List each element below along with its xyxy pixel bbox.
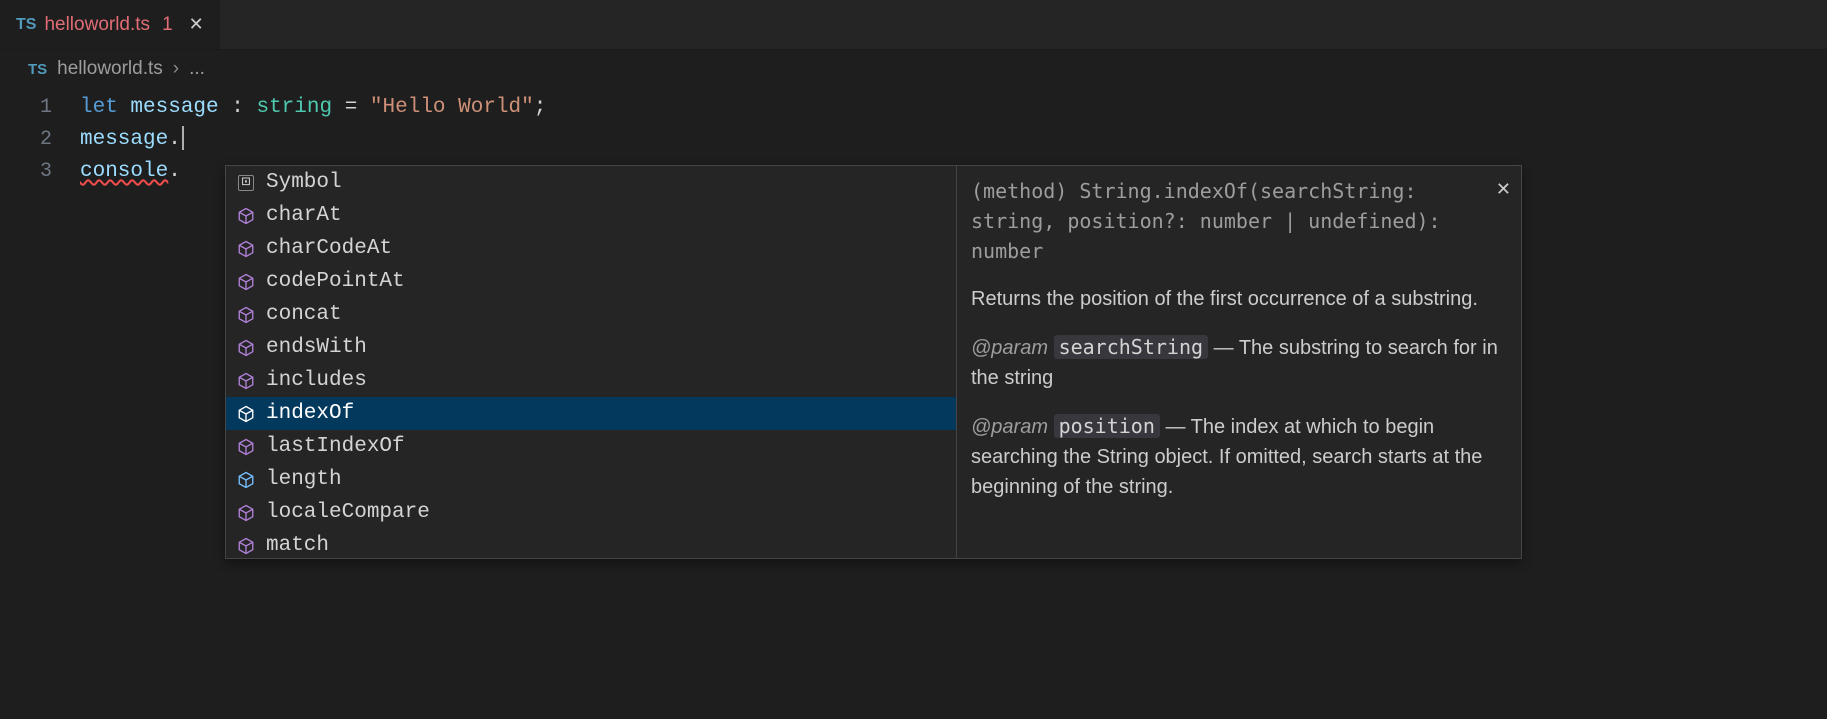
breadcrumb-more: ... <box>189 58 205 80</box>
suggestion-label: includes <box>266 369 367 392</box>
suggestion-label: concat <box>266 303 342 326</box>
method-icon <box>236 239 256 259</box>
suggestion-label: length <box>266 468 342 491</box>
typescript-icon: TS <box>16 16 36 34</box>
method-signature: (method) String.indexOf(searchString: st… <box>971 176 1507 266</box>
code-line[interactable]: 1let message : string = "Hello World"; <box>0 92 1827 124</box>
suggestion-item-includes[interactable]: includes <box>226 364 956 397</box>
suggestion-item-endswith[interactable]: endsWith <box>226 331 956 364</box>
close-icon[interactable]: ✕ <box>1496 174 1511 204</box>
method-icon <box>236 272 256 292</box>
breadcrumb[interactable]: TS helloworld.ts › ... <box>0 50 1827 88</box>
suggestion-item-lastindexof[interactable]: lastIndexOf <box>226 430 956 463</box>
suggestion-label: Symbol <box>266 171 342 194</box>
keyword-icon: ⊡ <box>236 173 256 193</box>
code-line[interactable]: 2message. <box>0 124 1827 156</box>
suggestion-item-charcodeat[interactable]: charCodeAt <box>226 232 956 265</box>
editor-tab[interactable]: TS helloworld.ts 1 ✕ <box>0 0 221 49</box>
field-icon <box>236 470 256 490</box>
doc-param: @param searchString — The substring to s… <box>971 332 1507 393</box>
method-icon <box>236 503 256 523</box>
suggestion-label: charAt <box>266 204 342 227</box>
suggestion-item-symbol[interactable]: ⊡ Symbol <box>226 166 956 199</box>
suggestion-item-codepointat[interactable]: codePointAt <box>226 265 956 298</box>
breadcrumb-filename: helloworld.ts <box>57 58 163 80</box>
tab-dirty-indicator: 1 <box>162 14 173 36</box>
suggestion-label: charCodeAt <box>266 237 392 260</box>
method-icon <box>236 206 256 226</box>
typescript-icon: TS <box>28 61 47 78</box>
suggestion-item-charat[interactable]: charAt <box>226 199 956 232</box>
intellisense-popup: ⊡ Symbol charAt charCodeAt codePointAt concat… <box>225 165 1522 559</box>
method-icon <box>236 437 256 457</box>
chevron-right-icon: › <box>173 58 179 80</box>
line-number: 1 <box>0 92 80 124</box>
method-icon <box>236 305 256 325</box>
suggestion-label: match <box>266 534 329 557</box>
line-number: 3 <box>0 156 80 188</box>
suggestion-item-match[interactable]: match <box>226 529 956 558</box>
method-icon <box>236 404 256 424</box>
method-icon <box>236 338 256 358</box>
suggestion-item-indexof[interactable]: indexOf <box>226 397 956 430</box>
suggestion-item-localecompare[interactable]: localeCompare <box>226 496 956 529</box>
suggestion-docs: ✕ (method) String.indexOf(searchString: … <box>956 166 1521 558</box>
text-cursor <box>182 126 184 150</box>
close-icon[interactable]: ✕ <box>189 14 204 35</box>
doc-summary: Returns the position of the first occurr… <box>971 284 1507 314</box>
method-icon <box>236 536 256 556</box>
method-icon <box>236 371 256 391</box>
suggestion-label: codePointAt <box>266 270 405 293</box>
tab-filename: helloworld.ts <box>44 14 150 36</box>
line-number: 2 <box>0 124 80 156</box>
suggestion-label: endsWith <box>266 336 367 359</box>
suggestion-item-length[interactable]: length <box>226 463 956 496</box>
suggestion-item-concat[interactable]: concat <box>226 298 956 331</box>
suggestion-label: localeCompare <box>266 501 430 524</box>
suggestion-list[interactable]: ⊡ Symbol charAt charCodeAt codePointAt concat… <box>226 166 956 558</box>
suggestion-label: indexOf <box>266 402 354 425</box>
suggestion-label: lastIndexOf <box>266 435 405 458</box>
doc-param: @param position — The index at which to … <box>971 411 1507 502</box>
tab-bar: TS helloworld.ts 1 ✕ <box>0 0 1827 50</box>
